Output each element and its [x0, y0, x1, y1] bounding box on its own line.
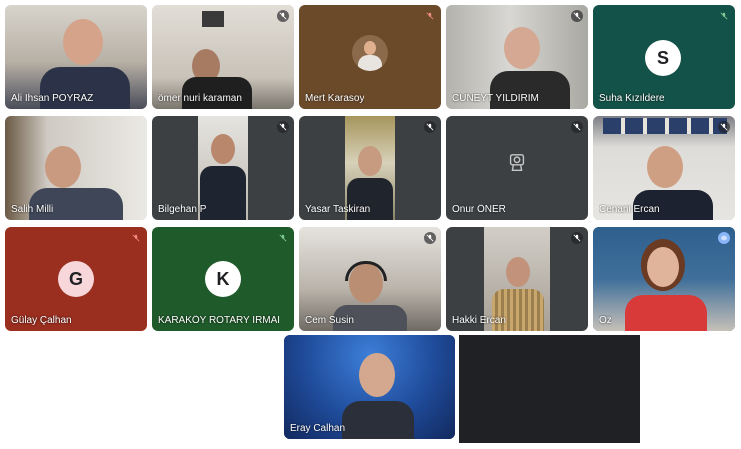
mic-off-icon — [718, 121, 730, 133]
empty-tile — [459, 335, 640, 443]
participant-name: Salih Milli — [11, 204, 54, 215]
participant-name: Gülay Çalhan — [11, 315, 72, 326]
participant-name: Cenani Ercan — [599, 204, 660, 215]
mic-off-icon — [277, 10, 289, 22]
person-head — [211, 134, 235, 164]
participant-tile[interactable]: Salih Milli — [5, 116, 147, 220]
participant-tile[interactable]: Onur ÖNER — [446, 116, 588, 220]
participant-tile[interactable]: Oz — [593, 227, 735, 331]
avatar: G — [58, 261, 94, 297]
participant-tile[interactable]: G Gülay Çalhan — [5, 227, 147, 331]
participant-name: KARAKÖY ROTARY IRMAK — [158, 315, 279, 326]
mic-off-icon — [424, 121, 436, 133]
participant-name: Mert Karasoy — [305, 93, 365, 104]
participant-tile[interactable]: ömer nuri karaman — [152, 5, 294, 109]
mic-off-icon — [277, 232, 289, 244]
camera-off-icon — [509, 154, 525, 172]
participant-name: Hakki Ercan — [452, 315, 506, 326]
participant-tile[interactable]: Ali İhsan POYRAZ — [5, 5, 147, 109]
participant-tile[interactable]: Cenani Ercan — [593, 116, 735, 220]
participant-tile[interactable]: CÜNEYT YILDIRIM — [446, 5, 588, 109]
wall-frame — [202, 11, 224, 27]
participant-tile[interactable]: Cem Susin — [299, 227, 441, 331]
person-head — [504, 27, 540, 69]
person-head — [506, 257, 530, 287]
participant-tile[interactable]: Bilgehan P — [152, 116, 294, 220]
audio-wave-icon — [718, 232, 730, 244]
participant-name: Onur ÖNER — [452, 204, 506, 215]
person-body — [200, 166, 246, 220]
mic-off-icon — [718, 10, 730, 22]
wall-photos — [603, 118, 727, 134]
mic-off-icon — [571, 232, 583, 244]
participant-tile[interactable]: S Suha Kızıldere — [593, 5, 735, 109]
avatar: S — [645, 40, 681, 76]
participant-name: ömer nuri karaman — [158, 93, 242, 104]
avatar: K — [205, 261, 241, 297]
person-head — [647, 146, 683, 188]
participant-tile[interactable]: K KARAKÖY ROTARY IRMAK — [152, 227, 294, 331]
participant-tile[interactable]: Eray Calhan — [284, 335, 455, 439]
participant-name: CÜNEYT YILDIRIM — [452, 93, 539, 104]
participant-tile[interactable]: Hakki Ercan — [446, 227, 588, 331]
person-head — [647, 247, 679, 287]
mic-off-icon — [571, 10, 583, 22]
participant-name: Cem Susin — [305, 315, 354, 326]
participant-name: Ali İhsan POYRAZ — [11, 93, 94, 104]
participant-name: Bilgehan P — [158, 204, 207, 215]
mic-off-icon — [277, 121, 289, 133]
participant-name: Suha Kızıldere — [599, 93, 665, 104]
mic-off-icon — [424, 232, 436, 244]
participant-grid: Ali İhsan POYRAZ ömer nuri karaman Mert … — [0, 0, 741, 449]
participant-tile[interactable]: Mert Karasoy — [299, 5, 441, 109]
person-head — [358, 146, 382, 176]
participant-name: Eray Calhan — [290, 423, 346, 434]
participant-name: Yasar Taskiran — [305, 204, 371, 215]
person-head — [63, 19, 103, 65]
mic-off-icon — [130, 232, 142, 244]
participant-name: Oz — [599, 315, 612, 326]
participant-tile[interactable]: Yasar Taskiran — [299, 116, 441, 220]
mic-off-icon — [571, 121, 583, 133]
mic-off-icon — [424, 10, 436, 22]
person-body — [342, 401, 414, 439]
avatar — [352, 35, 388, 71]
person-head — [359, 353, 395, 397]
person-head — [45, 146, 81, 188]
person-body — [625, 295, 707, 331]
